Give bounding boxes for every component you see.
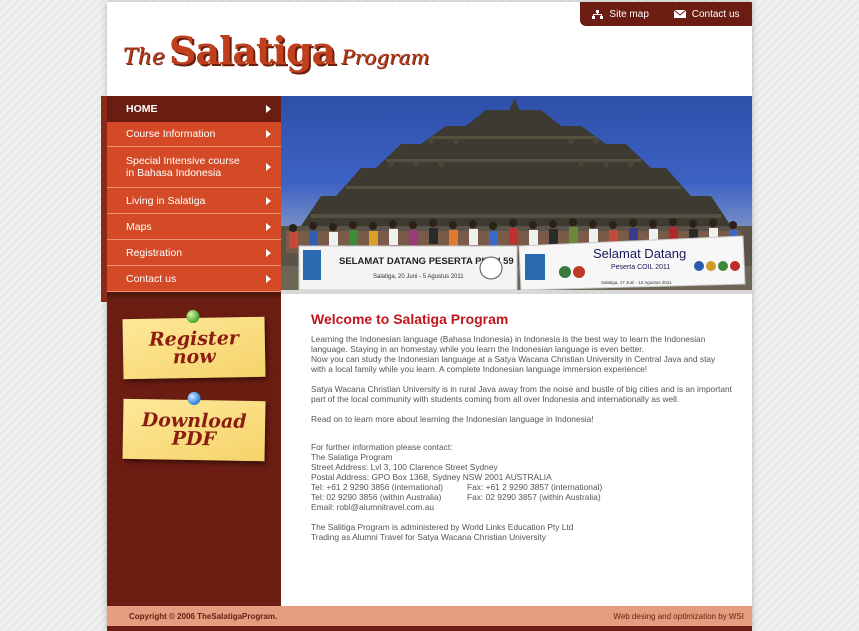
nav-item-contact-us[interactable]: Contact us [107, 266, 281, 292]
top-utility-bar: Site map Contact us [580, 2, 752, 26]
register-line2: now [172, 345, 216, 369]
postal-address: Postal Address: GPO Box 1368, Sydney NSW… [311, 472, 552, 482]
download-pdf-button[interactable]: Download PDF [122, 391, 266, 462]
contact-details: For further information please contact: … [311, 442, 732, 512]
credit-link[interactable]: Web desing and optimization by WSI [613, 612, 744, 621]
nav-item-living-in-salatiga[interactable]: Living in Salatiga [107, 188, 281, 214]
logo-program: Program [341, 45, 430, 69]
nav-item-label: Special Intensive course in Bahasa Indon… [126, 155, 240, 179]
nav-item-label: Course Information [126, 128, 216, 140]
org-name: The Salatiga Program [311, 452, 393, 462]
fax-international: Fax: +61 2 9290 3857 (international) [467, 482, 603, 492]
nav-item-label: Living in Salatiga [126, 194, 206, 207]
email-link[interactable]: Email: robl@alumnitravel.com.au [311, 502, 732, 512]
envelope-icon [673, 10, 686, 18]
tel-international: Tel: +61 2 9290 3856 (international) [311, 482, 443, 492]
tel-local: Tel: 02 9290 3856 (within Australia) [311, 492, 442, 502]
admin-line1: The Salitiga Program is administered by … [311, 522, 574, 532]
banner-left-subtitle: Salatiga, 20 Juni - 5 Agustus 2011 [373, 274, 464, 280]
welcome-banner-right: Selamat Datang Peserta COIL 2011 Salatig… [518, 235, 746, 290]
pushpin-icon [186, 309, 200, 324]
nav-item-home[interactable]: HOME [107, 96, 281, 122]
street-address: Street Address: Lvl 3, 100 Clarence Stre… [311, 462, 498, 472]
footer-bar [107, 626, 752, 631]
borobudur-group-photo: SELAMAT DATANG PESERTA PIBBI 59 Salatiga… [281, 98, 752, 290]
arrow-right-icon [266, 248, 271, 257]
nav-item-maps[interactable]: Maps [107, 214, 281, 240]
read-on-paragraph: Read on to learn more about learning the… [311, 414, 594, 424]
copyright-text: Copyright © 2006 TheSalatigaProgram. [129, 611, 278, 621]
page-container: Site map Contact us The Salatiga Program… [101, 2, 752, 631]
banner-right-title: Selamat Datang [593, 246, 686, 261]
admin-note: The Salitiga Program is administered by … [311, 522, 732, 542]
contact-link[interactable]: Contact us [673, 8, 740, 20]
sidebar: HOME Course Information Special Intensiv… [101, 96, 281, 606]
logo-name: Salatiga [168, 28, 336, 73]
arrow-right-icon [266, 274, 271, 283]
sitemap-icon [592, 9, 604, 19]
arrow-right-icon [266, 222, 271, 231]
university-paragraph: Satya Wacana Christian University is in … [311, 384, 732, 404]
site-logo[interactable]: The Salatiga Program [123, 28, 430, 73]
sitemap-label: Site map [609, 8, 649, 20]
intro-text-2: Now you can study the Indonesian languag… [311, 354, 716, 374]
nav-shadow [107, 292, 281, 300]
register-now-button[interactable]: Register now [122, 309, 266, 380]
intro-text: Learning the Indonesian language (Bahasa… [311, 334, 706, 354]
download-line2: PDF [171, 427, 217, 451]
pushpin-icon [187, 391, 201, 406]
nav-item-registration[interactable]: Registration [107, 240, 281, 266]
footer: Copyright © 2006 TheSalatigaProgram. Web… [107, 606, 752, 626]
phone-row-local: Tel: 02 9290 3856 (within Australia) Fax… [311, 492, 732, 502]
arrow-right-icon [266, 104, 271, 113]
banner-photo: SELAMAT DATANG PESERTA PIBBI 59 Salatiga… [281, 96, 752, 290]
phone-row-international: Tel: +61 2 9290 3856 (international) Fax… [311, 482, 732, 492]
contact-label: Contact us [691, 8, 740, 20]
arrow-right-icon [266, 163, 271, 171]
page-title: Welcome to Salatiga Program [311, 311, 509, 327]
nav-item-special-intensive-course[interactable]: Special Intensive course in Bahasa Indon… [107, 147, 281, 188]
sitemap-link[interactable]: Site map [592, 8, 649, 20]
main-nav: HOME Course Information Special Intensiv… [107, 96, 281, 292]
nav-item-label: Contact us [126, 272, 177, 285]
nav-item-label: Registration [126, 246, 183, 259]
nav-item-label: HOME [126, 102, 158, 115]
welcome-banner-left: SELAMAT DATANG PESERTA PIBBI 59 Salatiga… [298, 245, 518, 290]
main-content: Welcome to Salatiga Program Learning the… [281, 290, 752, 606]
banner-right-date: Salatiga, 17 Juni - 12 Agustus 2011 [601, 280, 672, 285]
contact-intro: For further information please contact: [311, 442, 453, 452]
nav-item-course-information[interactable]: Course Information [107, 122, 281, 147]
logo-the: The [123, 45, 165, 70]
nav-item-label: Maps [126, 220, 152, 233]
admin-line2: Trading as Alumni Travel for Satya Wacan… [311, 532, 546, 542]
banner-right-subtitle: Peserta COIL 2011 [611, 264, 670, 271]
intro-paragraph: Learning the Indonesian language (Bahasa… [311, 334, 732, 374]
fax-local: Fax: 02 9290 3857 (within Australia) [467, 492, 601, 502]
arrow-right-icon [266, 196, 271, 205]
arrow-right-icon [266, 130, 271, 138]
